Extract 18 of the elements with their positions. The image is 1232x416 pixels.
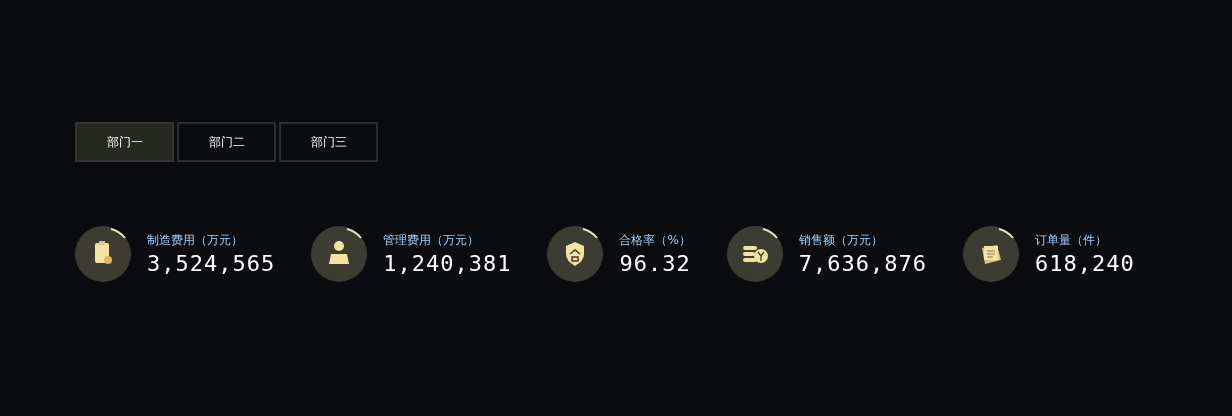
stat-label: 订单量（件） xyxy=(1035,233,1109,247)
stat-value: 1,240,381 xyxy=(383,251,512,277)
shield-icon xyxy=(547,226,604,282)
stat-value: 7,636,876 xyxy=(798,251,928,277)
stat-label: 合格率（%） xyxy=(619,233,691,247)
notes-icon xyxy=(963,226,1020,282)
coins-icon xyxy=(726,226,783,282)
stat-value: 3,524,565 xyxy=(147,251,276,277)
stat-value: 618,240 xyxy=(1035,251,1135,277)
person-icon xyxy=(311,226,368,282)
clipboard-icon xyxy=(75,226,131,282)
tab[interactable]: 部门三 xyxy=(279,122,378,162)
stat-label: 管理费用（万元） xyxy=(383,233,481,247)
stat-label: 制造费用（万元） xyxy=(147,233,244,247)
stat-value: 96.32 xyxy=(619,251,691,277)
tab[interactable]: 部门二 xyxy=(177,122,276,162)
tab[interactable]: 部门一 xyxy=(75,122,174,162)
stat-label: 销售额（万元） xyxy=(798,233,884,247)
